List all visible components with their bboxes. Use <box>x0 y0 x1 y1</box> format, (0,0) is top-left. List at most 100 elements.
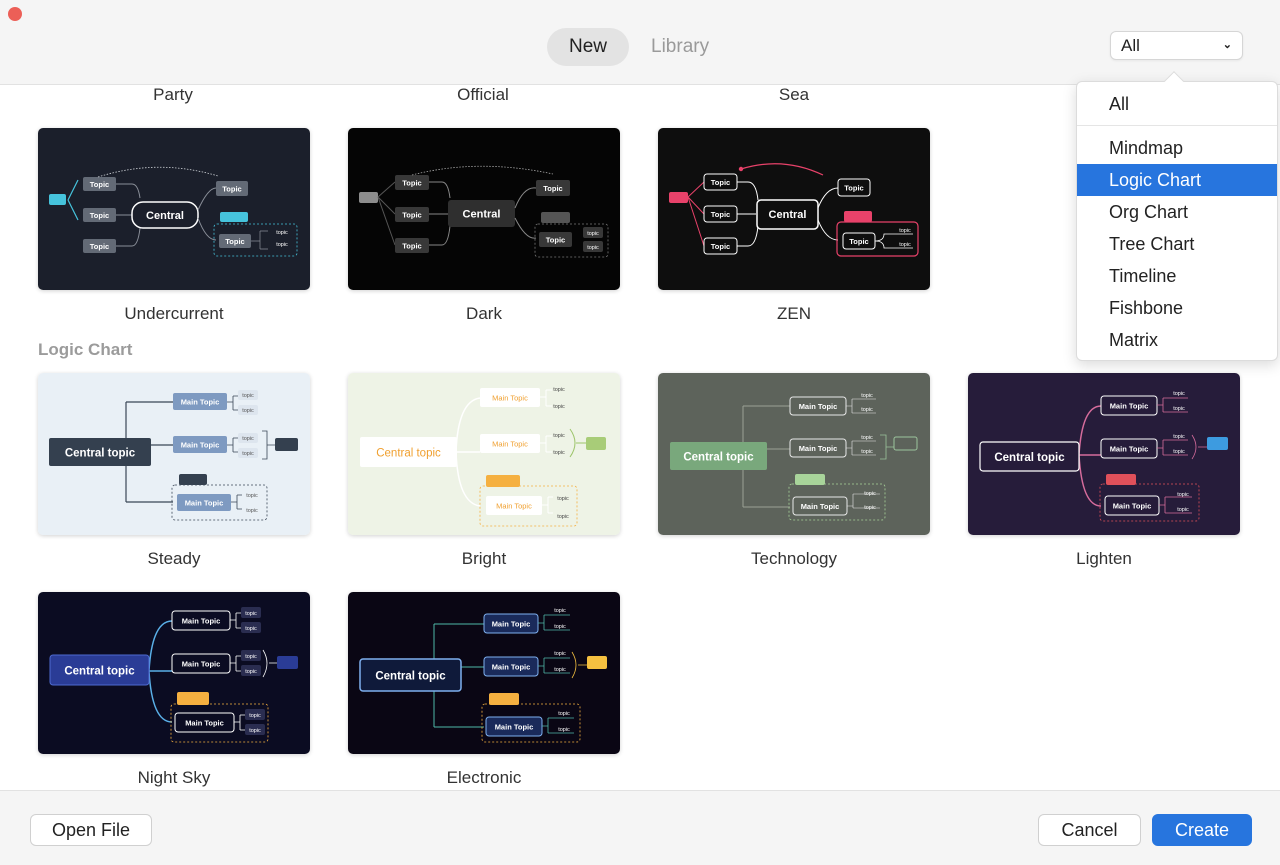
sub-node-text: topic <box>1177 492 1189 498</box>
sub-node-text: topic <box>558 727 570 733</box>
sub-node-text: topic <box>242 408 254 414</box>
central-node-text: Central topic <box>683 452 754 464</box>
node-text: Topic <box>402 179 421 188</box>
sub-node-text: topic <box>899 242 911 248</box>
dropdown-item-mindmap[interactable]: Mindmap <box>1077 132 1277 164</box>
template-name: Night Sky <box>137 768 211 787</box>
main-node-text: Main Topic <box>185 719 224 728</box>
dropdown-item-timeline[interactable]: Timeline <box>1077 260 1277 292</box>
theme-preview-zen: Topic Topic Topic Central Topic Topic to… <box>658 128 930 290</box>
main-node-text: Main Topic <box>182 660 221 669</box>
sub-node-text: topic <box>246 493 258 499</box>
sub-node-text: topic <box>242 451 254 457</box>
central-node-text: Central topic <box>376 448 441 460</box>
template-preview[interactable]: Central topic Main Topic topic topic Mai… <box>658 373 930 535</box>
main-node-text: Main Topic <box>185 499 224 508</box>
template-steady[interactable]: Central topic Main Topic topic topic Mai… <box>38 373 310 569</box>
sub-node-text: topic <box>1173 391 1185 397</box>
sub-node-text: topic <box>587 231 599 237</box>
dropdown-item-all[interactable]: All <box>1077 88 1277 120</box>
node-text: Topic <box>546 236 565 245</box>
sub-node-text: topic <box>864 491 876 497</box>
sub-node-text: topic <box>245 611 257 617</box>
node-text: Topic <box>222 185 241 194</box>
template-electronic[interactable]: Central topic Main Topic topic topic Mai… <box>348 592 620 788</box>
structure-filter-select[interactable]: All ⌄ <box>1110 31 1243 60</box>
section-title-logic-chart: Logic Chart <box>38 340 133 359</box>
dropdown-item-matrix[interactable]: Matrix <box>1077 324 1277 356</box>
close-window-button[interactable] <box>8 7 22 21</box>
main-node-text: Main Topic <box>799 444 838 453</box>
main-node-text: Main Topic <box>1110 445 1149 454</box>
tab-new[interactable]: New <box>547 28 630 66</box>
main-node-text: Main Topic <box>492 620 531 629</box>
sub-node-text: topic <box>245 626 257 632</box>
sub-node-text: topic <box>587 245 599 251</box>
template-label-official: Official <box>457 86 509 104</box>
sub-node-text: topic <box>553 404 565 410</box>
template-dark[interactable]: Topic Topic Topic Central Topic Topic to… <box>348 128 620 324</box>
template-zen[interactable]: Topic Topic Topic Central Topic Topic to… <box>658 128 930 324</box>
template-name: Steady <box>147 549 201 568</box>
main-node-text: Main Topic <box>181 441 220 450</box>
template-night-sky[interactable]: Central topic Main Topic topic topic Mai… <box>38 592 310 788</box>
sub-node-text: topic <box>554 651 566 657</box>
template-undercurrent[interactable]: Topic Topic Topic Central Topic Topic to… <box>38 128 310 324</box>
template-label-party: Party <box>153 86 193 104</box>
template-preview[interactable]: Topic Topic Topic Central Topic Topic to… <box>658 128 930 290</box>
template-preview[interactable]: Topic Topic Topic Central Topic Topic to… <box>38 128 310 290</box>
node-text: Topic <box>543 184 562 193</box>
sub-node-text: topic <box>245 669 257 675</box>
footer-bar: Open File Cancel Create <box>0 790 1280 865</box>
sub-node-text: topic <box>861 435 873 441</box>
dropdown-item-logic-chart[interactable]: Logic Chart <box>1077 164 1277 196</box>
sub-node-text: topic <box>553 387 565 393</box>
template-bright[interactable]: Central topic Main Topic topic topic Mai… <box>348 373 620 569</box>
sub-node-text: topic <box>554 667 566 673</box>
template-name: Dark <box>466 304 502 323</box>
template-preview[interactable]: Central topic Main Topic topic topic Mai… <box>38 592 310 754</box>
central-node-text: Central topic <box>64 666 135 678</box>
dropdown-item-tree-chart[interactable]: Tree Chart <box>1077 228 1277 260</box>
template-preview[interactable]: Central topic Main Topic topic topic Mai… <box>38 373 310 535</box>
template-name: Bright <box>461 549 507 568</box>
central-node-text: Central topic <box>994 452 1065 464</box>
tab-library[interactable]: Library <box>629 28 731 66</box>
theme-preview-undercurrent: Topic Topic Topic Central Topic Topic to… <box>38 128 310 290</box>
template-preview[interactable]: Central topic Main Topic topic topic Mai… <box>348 373 620 535</box>
template-technology[interactable]: Central topic Main Topic topic topic Mai… <box>658 373 930 569</box>
sub-node-text: topic <box>899 228 911 234</box>
main-node-text: Main Topic <box>492 394 528 403</box>
node-text: Topic <box>711 178 730 187</box>
sub-node-text: topic <box>557 496 569 502</box>
dropdown-item-fishbone[interactable]: Fishbone <box>1077 292 1277 324</box>
template-preview[interactable]: Topic Topic Topic Central Topic Topic to… <box>348 128 620 290</box>
node-text: Topic <box>402 242 421 251</box>
main-node-text: Main Topic <box>495 723 534 732</box>
node-text: Topic <box>225 237 244 246</box>
sub-node-text: topic <box>554 608 566 614</box>
open-file-button[interactable]: Open File <box>30 814 152 846</box>
create-button[interactable]: Create <box>1152 814 1252 846</box>
sub-node-text: topic <box>861 393 873 399</box>
template-lighten[interactable]: Central topic Main Topic topic topic Mai… <box>968 373 1240 569</box>
sub-node-text: topic <box>242 436 254 442</box>
central-node-text: Central <box>463 209 501 221</box>
theme-preview-bright: Central topic Main Topic topic topic Mai… <box>348 373 620 535</box>
main-node-text: Main Topic <box>1110 402 1149 411</box>
structure-filter-dropdown: All Mindmap Logic Chart Org Chart Tree C… <box>1076 71 1278 361</box>
cancel-button[interactable]: Cancel <box>1038 814 1141 846</box>
template-preview[interactable]: Central topic Main Topic topic topic Mai… <box>968 373 1240 535</box>
sub-node-text: topic <box>553 433 565 439</box>
sub-node-text: topic <box>558 711 570 717</box>
central-node-text: Central <box>769 209 807 221</box>
theme-preview-night-sky: Central topic Main Topic topic topic Mai… <box>38 592 310 754</box>
main-node-text: Main Topic <box>492 663 531 672</box>
dropdown-item-org-chart[interactable]: Org Chart <box>1077 196 1277 228</box>
theme-preview-steady: Central topic Main Topic topic topic Mai… <box>38 373 310 535</box>
node-text: Topic <box>711 242 730 251</box>
sub-node-text: topic <box>861 407 873 413</box>
theme-preview-lighten: Central topic Main Topic topic topic Mai… <box>968 373 1240 535</box>
template-preview[interactable]: Central topic Main Topic topic topic Mai… <box>348 592 620 754</box>
template-name: Electronic <box>446 768 522 787</box>
